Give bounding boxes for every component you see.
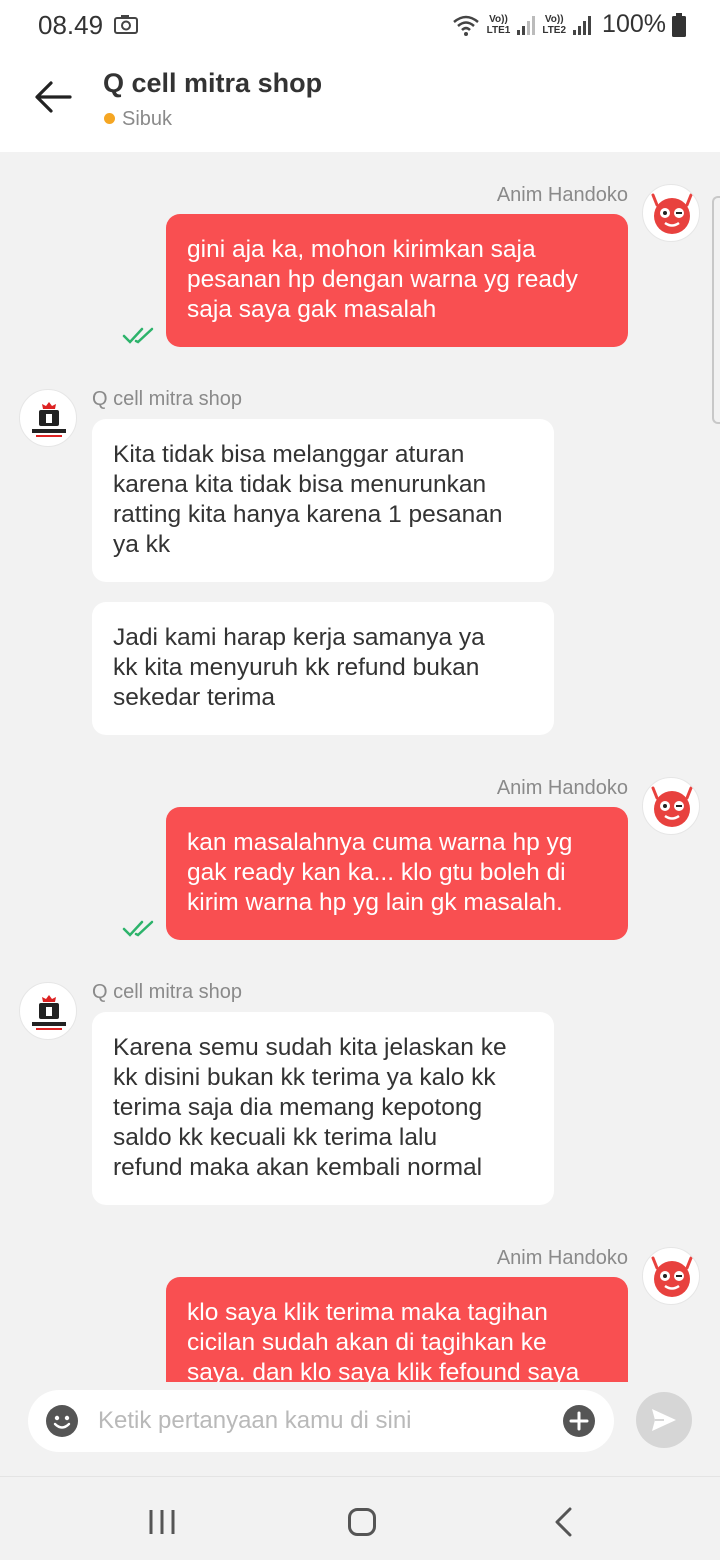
message-line: gak ready kan ka... klo gtu boleh di [187,859,566,886]
sender-name: Q cell mitra shop [92,388,243,410]
signal-icon [573,15,592,35]
signal-icon [517,15,536,35]
message-line: Kita tidak bisa melanggar aturan [113,441,465,468]
outgoing-message-bubble[interactable]: kan masalahnya cuma warna hp yg gak read… [166,807,628,940]
status-indicators: Vo)) LTE1 Vo)) LTE2 100% [451,10,686,39]
sim2-volte-label: Vo)) [544,13,564,25]
sim1-indicator: Vo)) LTE1 [487,14,511,36]
system-nav-bar [0,1476,720,1560]
sim1-lte-label: LTE1 [486,24,511,36]
message-line: ya kk [113,531,171,558]
message-line: ratting kita hanya karena 1 pesanan [113,501,503,528]
message-line: kirim warna hp yg lain gk masalah. [187,889,563,916]
emoji-icon[interactable] [45,1404,79,1438]
message-line: Jadi kami harap kerja samanya ya [113,624,485,651]
incoming-message-bubble[interactable]: Kita tidak bisa melanggar aturan karena … [92,419,554,582]
incoming-message-bubble[interactable]: Jadi kami harap kerja samanya ya kk kita… [92,602,554,735]
sim2-indicator: Vo)) LTE2 [542,14,566,36]
message-line: karena kita tidak bisa menurunkan [113,471,487,498]
double-check-icon [122,327,154,344]
sender-name: Q cell mitra shop [92,981,243,1003]
shop-status: Sibuk [122,108,173,130]
message-line: saya. dan klo saya klik fefound saya [187,1359,580,1382]
avatar[interactable] [642,777,700,835]
plus-circle-icon[interactable] [562,1404,596,1438]
sender-name: Anim Handoko [496,777,628,799]
scrollbar[interactable] [712,196,720,424]
status-bar: 08.49 Vo)) LTE1 Vo)) LTE2 100% [0,0,720,52]
camera-icon [114,15,138,34]
page-title: Q cell mitra shop [103,68,323,98]
message-line: Karena semu sudah kita jelaskan ke [113,1034,507,1061]
status-dot [104,113,115,124]
shop-logo-icon [32,402,66,437]
message-composer [0,1382,720,1476]
recents-icon[interactable] [147,1507,177,1537]
wifi-icon [452,15,479,36]
battery-icon [672,12,686,37]
avatar[interactable] [642,1247,700,1305]
message-line: saja saya gak masalah [187,296,437,323]
sim2-lte-label: LTE2 [542,24,567,36]
avatar[interactable] [19,982,77,1040]
message-line: kk disini bukan kk terima ya kalo kk [113,1064,496,1091]
arrow-left-icon[interactable] [34,80,72,114]
battery-percent: 100% [602,10,666,38]
avatar[interactable] [642,184,700,242]
message-line: kan masalahnya cuma warna hp yg [187,829,573,856]
message-line: cicilan sudah akan di tagihkan ke [187,1329,547,1356]
chevron-left-icon[interactable] [550,1507,580,1537]
sender-name: Anim Handoko [496,1247,628,1269]
sim1-volte-label: Vo)) [489,13,508,25]
double-check-icon [122,920,154,937]
user-avatar-icon [651,786,693,827]
chat-header: Q cell mitra shop Sibuk [0,52,720,152]
send-button[interactable] [636,1392,692,1448]
user-avatar-icon [651,1256,693,1297]
home-icon[interactable] [347,1507,377,1537]
message-line: refund maka akan kembali normal [113,1154,483,1181]
message-line: pesanan hp dengan warna yg ready [187,266,578,293]
message-line: gini aja ka, mohon kirimkan saja [187,236,536,263]
sender-name: Anim Handoko [496,184,628,206]
status-time: 08.49 [38,10,104,40]
outgoing-message-bubble[interactable]: gini aja ka, mohon kirimkan saja pesanan… [166,214,628,347]
message-line: kk kita menyuruh kk refund bukan [113,654,480,681]
message-line: klo saya klik terima maka tagihan [187,1299,548,1326]
message-input-container [28,1390,614,1452]
avatar[interactable] [19,389,77,447]
message-input[interactable] [98,1402,548,1440]
message-line: saldo kk kecuali kk terima lalu [113,1124,438,1151]
user-avatar-icon [651,193,693,234]
shop-logo-icon [32,995,66,1030]
send-icon [652,1409,676,1431]
message-line: sekedar terima [113,684,276,711]
message-line: terima saja dia memang kepotong [113,1094,483,1121]
chat-messages[interactable]: Anim Handoko gini aja ka, mohon kirimkan… [0,152,720,1382]
outgoing-message-bubble[interactable]: klo saya klik terima maka tagihan cicila… [166,1277,628,1382]
incoming-message-bubble[interactable]: Karena semu sudah kita jelaskan ke kk di… [92,1012,554,1205]
